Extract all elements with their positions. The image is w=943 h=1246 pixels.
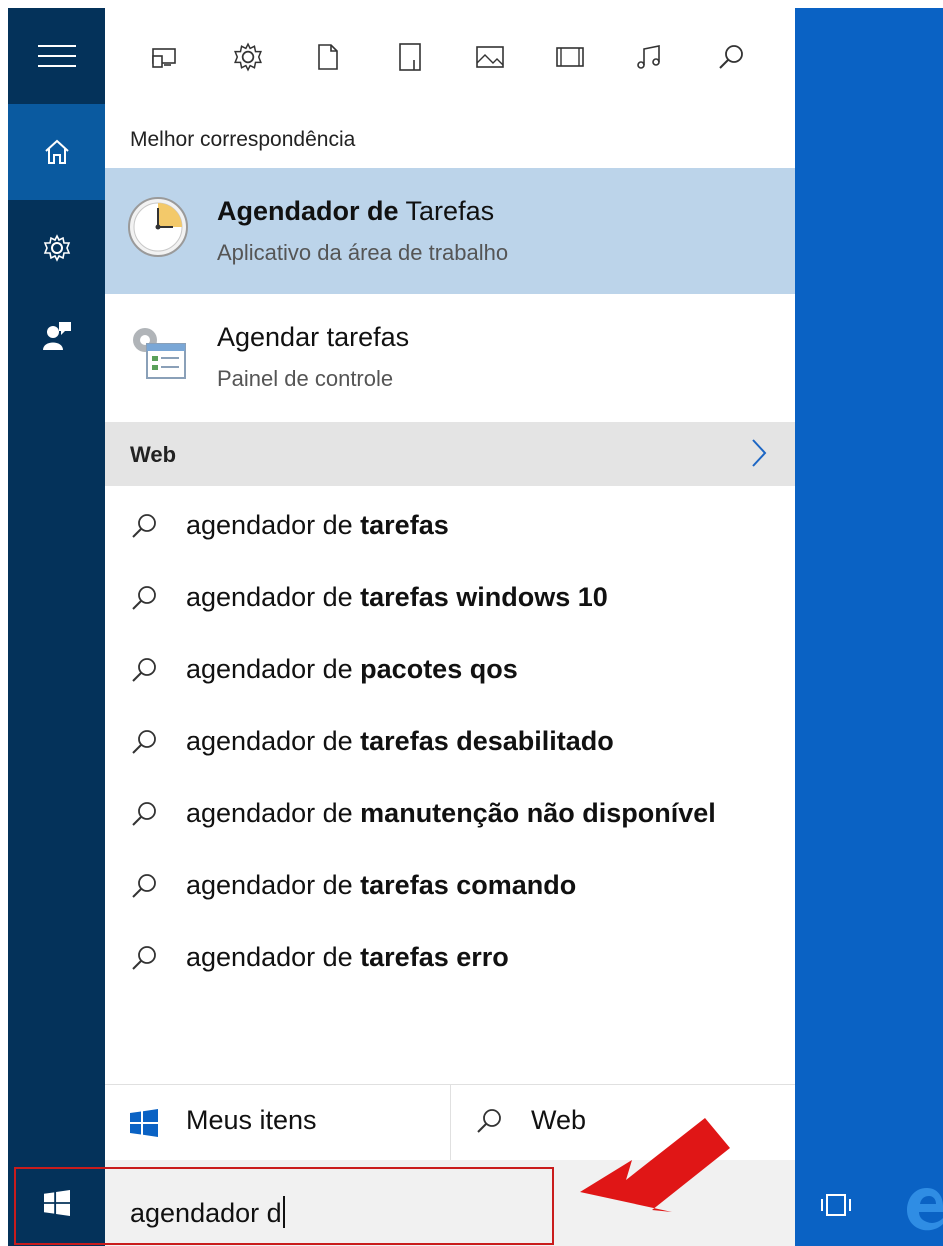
best-match-title-highlight: e	[383, 196, 399, 226]
start-left-rail	[8, 8, 105, 1160]
chevron-right-icon	[752, 439, 767, 467]
web-suggestion-text: agendador de pacotes qos	[186, 654, 518, 685]
search-icon	[132, 874, 156, 898]
web-suggestion-text: agendador de tarefas windows 10	[186, 582, 608, 613]
best-match-label: Melhor correspondência	[130, 128, 356, 151]
web-suggestion-item[interactable]: agendador de pacotes qos	[105, 636, 795, 706]
home-icon	[44, 139, 69, 164]
document-icon	[318, 44, 338, 70]
web-suggestion-text: agendador de tarefas	[186, 510, 449, 541]
search-icon	[132, 730, 156, 754]
web-suggestion-item[interactable]: agendador de tarefas comando	[105, 852, 795, 922]
desktop-background	[795, 8, 943, 1160]
search-icon	[477, 1109, 501, 1133]
web-section-header[interactable]: Web	[105, 422, 795, 486]
web-suggestion-text: agendador de tarefas erro	[186, 942, 509, 973]
web-suggestion-completion: tarefas windows 10	[360, 582, 608, 612]
hamburger-icon	[37, 45, 76, 67]
photo-icon	[476, 46, 504, 68]
web-suggestion-completion: tarefas desabilitado	[360, 726, 614, 756]
music-filter-button[interactable]	[632, 40, 666, 74]
web-filter-button[interactable]	[714, 40, 748, 74]
best-match-title: Agendador de Tarefas	[217, 196, 494, 227]
search-icon	[132, 658, 156, 682]
apps-icon	[152, 48, 176, 68]
control-panel-result-title: Agendar tarefas	[217, 322, 410, 352]
web-suggestion-item[interactable]: agendador de manutenção não disponível	[105, 780, 795, 850]
search-icon	[719, 45, 743, 69]
search-results-panel: Melhor correspondência Agendador de Tare…	[105, 8, 795, 1161]
task-view-icon[interactable]	[821, 1194, 851, 1216]
web-suggestion-item[interactable]: agendador de tarefas	[105, 492, 795, 562]
web-suggestion-prefix: agendador de	[186, 798, 353, 828]
web-suggestion-text: agendador de manutenção não disponível	[186, 798, 716, 829]
filter-bar	[105, 8, 795, 104]
web-suggestion-text: agendador de tarefas comando	[186, 870, 576, 901]
red-arrow-annotation	[580, 1118, 730, 1212]
web-suggestion-prefix: agendador de	[186, 942, 353, 972]
web-suggestion-prefix: agendador de	[186, 654, 353, 684]
control-panel-result-subtitle: Painel de controle	[217, 366, 394, 391]
gear-icon	[43, 234, 70, 262]
video-icon	[556, 47, 584, 67]
search-icon	[132, 802, 156, 826]
home-button[interactable]	[8, 104, 105, 200]
web-suggestion-completion: tarefas erro	[360, 942, 509, 972]
feedback-icon	[42, 322, 71, 350]
control-panel-result[interactable]: Agendar tarefas Painel de controle	[105, 294, 795, 420]
videos-filter-button[interactable]	[553, 40, 587, 74]
web-section-label: Web	[130, 442, 177, 467]
hamburger-menu-button[interactable]	[8, 8, 105, 104]
apps-filter-button[interactable]	[147, 40, 181, 74]
schedule-tasks-icon	[133, 328, 186, 379]
best-match-title-rest: Tarefas	[398, 196, 495, 226]
search-icon	[132, 946, 156, 970]
web-suggestion-item[interactable]: agendador de tarefas desabilitado	[105, 708, 795, 778]
my-items-scope-button[interactable]: Meus itens	[105, 1085, 450, 1161]
web-suggestion-item[interactable]: agendador de tarefas windows 10	[105, 564, 795, 634]
edge-browser-icon[interactable]	[905, 1184, 943, 1234]
web-suggestion-completion: pacotes qos	[360, 654, 518, 684]
photos-filter-button[interactable]	[473, 40, 507, 74]
settings-button[interactable]	[8, 200, 105, 296]
task-scheduler-clock-icon	[128, 197, 188, 257]
my-items-label: Meus itens	[186, 1105, 317, 1135]
settings-icon	[234, 42, 262, 72]
folder-icon	[399, 43, 421, 71]
best-match-result[interactable]: Agendador de Tarefas Aplicativo da área …	[105, 168, 795, 294]
feedback-button[interactable]	[8, 288, 105, 384]
search-box-highlight	[14, 1167, 554, 1245]
web-suggestion-completion: manutenção não disponível	[360, 798, 716, 828]
best-match-subtitle: Aplicativo da área de trabalho	[217, 240, 509, 265]
search-icon	[132, 586, 156, 610]
taskbar-right-area	[795, 1160, 943, 1246]
web-suggestion-prefix: agendador de	[186, 870, 353, 900]
documents-filter-button[interactable]	[311, 40, 345, 74]
best-match-title-bold: Agendador d	[217, 196, 384, 226]
web-suggestion-prefix: agendador de	[186, 582, 353, 612]
web-suggestion-item[interactable]: agendador de tarefas erro	[105, 924, 795, 994]
web-suggestion-prefix: agendador de	[186, 510, 353, 540]
web-suggestion-completion: tarefas comando	[360, 870, 577, 900]
folders-filter-button[interactable]	[393, 40, 427, 74]
music-icon	[637, 45, 660, 69]
search-icon	[132, 514, 156, 538]
windows-logo-icon	[130, 1109, 158, 1137]
web-suggestion-prefix: agendador de	[186, 726, 353, 756]
web-suggestion-text: agendador de tarefas desabilitado	[186, 726, 614, 757]
settings-filter-button[interactable]	[231, 40, 265, 74]
web-suggestion-completion: tarefas	[360, 510, 449, 540]
